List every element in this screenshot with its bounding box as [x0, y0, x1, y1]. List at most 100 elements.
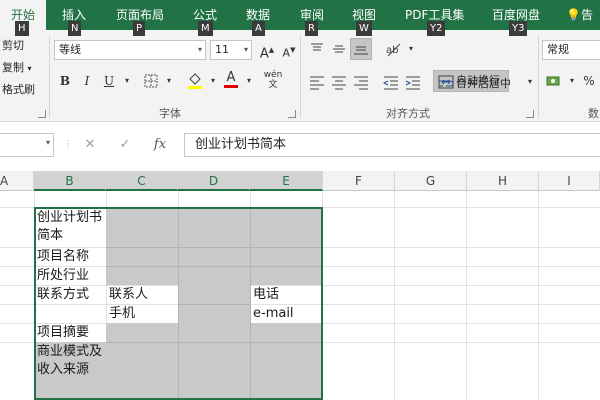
alignment-dialog-launcher-icon[interactable]: [526, 110, 534, 118]
accounting-format-icon[interactable]: [545, 72, 563, 90]
formula-bar-options-icon[interactable]: ⋮: [58, 135, 78, 155]
align-top-icon[interactable]: [308, 40, 326, 58]
column-header-g[interactable]: G: [395, 171, 467, 191]
chevron-down-icon[interactable]: ▾: [402, 40, 420, 58]
clipboard-dialog-launcher-icon[interactable]: [38, 110, 46, 118]
bold-label: B: [59, 74, 71, 88]
font-group-label-text: 字体: [159, 107, 181, 120]
format-painter-button[interactable]: 格式刷: [2, 81, 35, 97]
column-header-a[interactable]: A: [0, 171, 34, 191]
column-header-e[interactable]: E: [250, 171, 323, 191]
align-left-icon[interactable]: [308, 73, 326, 91]
cancel-glyph: ✕: [84, 137, 96, 152]
svg-text:ab: ab: [386, 45, 398, 56]
keytip-view: W: [356, 21, 372, 36]
fill-color-icon[interactable]: [186, 70, 204, 89]
font-group-label: 字体: [159, 105, 181, 121]
font-dialog-launcher-icon[interactable]: [288, 110, 296, 118]
merge-center-label: 合并后居中: [456, 77, 511, 90]
phonetic-guide-icon[interactable]: wén 文: [262, 70, 284, 90]
column-header-c[interactable]: C: [106, 171, 178, 191]
alignment-group-label: 对齐方式: [386, 105, 430, 121]
column-header-d[interactable]: D: [178, 171, 250, 191]
orientation-icon[interactable]: ab: [384, 40, 402, 58]
tell-me-search[interactable]: 💡告: [566, 0, 593, 30]
fx-glyph: fx: [153, 137, 167, 152]
font-size-combo[interactable]: 11 ▾: [210, 40, 252, 60]
merge-center-button[interactable]: 合并后居中: [436, 75, 511, 91]
column-header-e-label: E: [282, 174, 290, 188]
increase-indent-icon[interactable]: [404, 73, 422, 91]
borders-icon[interactable]: [142, 72, 160, 90]
enter-icon[interactable]: ✓: [115, 135, 135, 155]
align-middle-icon[interactable]: [330, 40, 348, 58]
chevron-down-icon: ▾: [27, 64, 32, 73]
font-color-icon[interactable]: A: [222, 70, 240, 90]
keytip-home: H: [15, 21, 29, 36]
number-format-combo[interactable]: 常规: [542, 40, 600, 60]
selection-border: [34, 207, 323, 400]
cut-button[interactable]: 剪切: [2, 37, 24, 53]
keytip-formulas: M: [198, 21, 213, 36]
insert-function-icon[interactable]: fx: [150, 135, 170, 155]
chevron-down-icon[interactable]: ▾: [563, 72, 581, 90]
column-header-h-label: H: [497, 174, 508, 188]
chevron-down-icon[interactable]: ▾: [118, 72, 136, 90]
italic-label: I: [84, 74, 90, 88]
group-divider: [49, 36, 50, 118]
cut-label: 剪切: [2, 39, 24, 52]
number-group-label-text: 数: [588, 107, 599, 120]
chevron-down-icon: ▾: [45, 138, 50, 147]
column-header-b[interactable]: B: [34, 171, 106, 191]
copy-label: 复制: [2, 61, 24, 74]
cancel-icon[interactable]: ✕: [80, 135, 100, 155]
keytip-baidu-netdisk: Y3: [509, 21, 528, 36]
font-color-letter: A: [226, 70, 236, 85]
keytip-review: R: [305, 21, 318, 36]
italic-button[interactable]: I: [78, 72, 96, 90]
font-name-value: 等线: [59, 43, 81, 56]
decrease-font-size-icon[interactable]: A▼: [280, 41, 298, 60]
font-name-combo[interactable]: 等线 ▾: [54, 40, 206, 60]
column-header-g-label: G: [425, 174, 436, 188]
format-painter-label: 格式刷: [2, 83, 35, 96]
grid-line: [538, 191, 539, 400]
increase-font-size-icon[interactable]: A▲: [258, 41, 276, 61]
underline-button[interactable]: U: [100, 72, 118, 90]
column-header-c-label: C: [137, 174, 146, 188]
column-header-i[interactable]: I: [539, 171, 600, 191]
keytip-page-layout: P: [133, 21, 146, 36]
font-color-swatch: [224, 85, 238, 88]
column-header-f[interactable]: F: [323, 171, 395, 191]
keytip-insert: N: [68, 21, 82, 36]
column-header-f-label: F: [355, 174, 362, 188]
copy-button[interactable]: 复制 ▾: [2, 59, 32, 75]
grid-line: [466, 191, 467, 400]
group-divider: [300, 36, 301, 118]
formula-input[interactable]: 创业计划书简本: [184, 133, 600, 157]
font-size-value: 11: [215, 43, 229, 56]
phonetic-label: wén: [263, 70, 283, 80]
chevron-down-icon: ▾: [197, 45, 202, 54]
align-right-icon[interactable]: [352, 73, 370, 91]
chevron-down-icon[interactable]: ▾: [160, 72, 178, 90]
enter-glyph: ✓: [119, 137, 131, 152]
underline-label: U: [103, 74, 115, 88]
bold-button[interactable]: B: [56, 72, 74, 90]
chevron-down-icon[interactable]: ▾: [240, 72, 258, 90]
chevron-down-icon[interactable]: ▾: [204, 72, 222, 90]
formula-bar: ▾ ⋮ ✕ ✓ fx 创业计划书简本: [0, 123, 600, 170]
name-box[interactable]: ▾: [0, 133, 54, 157]
percent-style-icon[interactable]: %: [580, 72, 598, 90]
column-header-a-label: A: [0, 174, 9, 188]
alignment-group-label-text: 对齐方式: [386, 107, 430, 120]
column-header-d-label: D: [208, 174, 219, 188]
grid-line: [394, 191, 395, 400]
lightbulb-icon: 💡: [566, 8, 581, 22]
align-center-icon[interactable]: [330, 73, 348, 91]
align-bottom-icon[interactable]: [350, 38, 372, 60]
decrease-indent-icon[interactable]: [382, 73, 400, 91]
column-header-h[interactable]: H: [467, 171, 539, 191]
merge-center-icon: [438, 75, 454, 92]
chevron-down-icon[interactable]: ▾: [521, 73, 539, 91]
